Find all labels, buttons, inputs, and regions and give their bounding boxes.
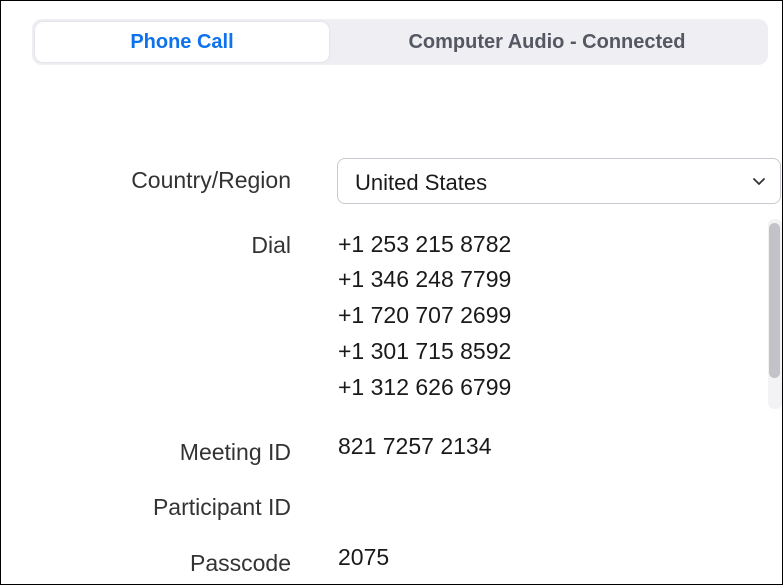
participant-id-label: Participant ID — [152, 494, 291, 520]
dial-number: +1 253 215 8782 — [338, 231, 512, 257]
dial-number: +1 312 626 6799 — [338, 374, 512, 400]
dial-number-list[interactable]: +1 253 215 8782 +1 346 248 7799 +1 720 7… — [338, 226, 738, 411]
dial-label: Dial — [251, 232, 291, 258]
scrollbar-thumb[interactable] — [769, 223, 780, 378]
audio-tab-bar: Phone Call Computer Audio - Connected — [32, 19, 768, 65]
tab-computer-audio[interactable]: Computer Audio - Connected — [329, 22, 765, 62]
meeting-id-value: 821 7257 2134 — [338, 433, 492, 459]
dial-number: +1 720 707 2699 — [338, 302, 512, 328]
phone-call-panel: Phone Call Computer Audio - Connected Co… — [0, 0, 783, 585]
meeting-id-label: Meeting ID — [179, 439, 291, 465]
passcode-value: 2075 — [338, 544, 390, 570]
passcode-label: Passcode — [189, 550, 291, 576]
country-region-select[interactable]: United States — [337, 158, 781, 204]
chevron-down-icon — [753, 178, 765, 185]
country-region-selected-value: United States — [355, 170, 488, 195]
dial-number: +1 346 248 7799 — [338, 266, 512, 292]
dial-number: +1 301 715 8592 — [338, 338, 512, 364]
country-region-label: Country/Region — [131, 167, 291, 193]
tab-phone-call[interactable]: Phone Call — [35, 22, 329, 62]
dial-list-scrollbar[interactable] — [768, 219, 782, 409]
